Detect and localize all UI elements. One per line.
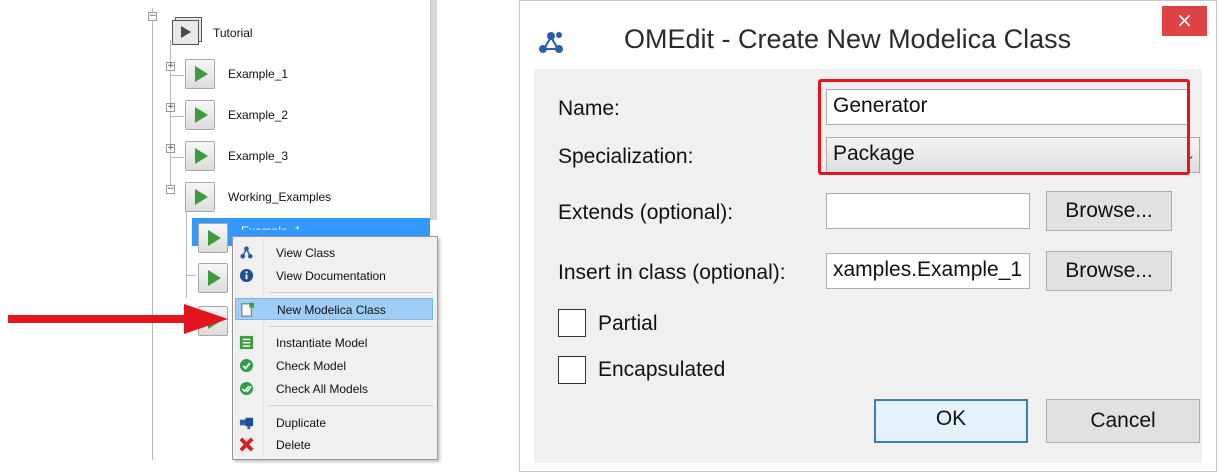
menu-item-check-model[interactable]: Check Model bbox=[235, 355, 433, 377]
menu-separator bbox=[269, 326, 433, 327]
duplicate-icon bbox=[239, 417, 254, 430]
menu-item-label: View Documentation bbox=[276, 269, 386, 283]
encapsulated-label: Encapsulated bbox=[598, 358, 726, 381]
menu-item-check-all-models[interactable]: Check All Models bbox=[235, 378, 433, 400]
dialog-titlebar[interactable]: OMEdit - Create New Modelica Class × bbox=[520, 1, 1216, 69]
info-icon bbox=[239, 268, 254, 283]
tree-line bbox=[152, 8, 153, 460]
delete-icon bbox=[239, 437, 254, 452]
tree-line bbox=[186, 275, 196, 276]
annotation-arrow-icon bbox=[8, 304, 228, 334]
ok-button[interactable]: OK bbox=[874, 399, 1028, 443]
omedit-app-icon bbox=[539, 32, 563, 53]
menu-item-label: Check All Models bbox=[276, 382, 369, 396]
tree-line bbox=[170, 116, 184, 117]
insert-in-class-input[interactable]: xamples.Example_1 bbox=[826, 253, 1030, 289]
instantiate-icon bbox=[239, 335, 254, 350]
extends-label: Extends (optional): bbox=[558, 201, 734, 224]
menu-item-label: View Class bbox=[276, 246, 336, 260]
tree-line bbox=[186, 208, 187, 298]
tree-line bbox=[170, 157, 184, 158]
check-icon bbox=[239, 358, 254, 373]
extends-input[interactable] bbox=[826, 193, 1030, 229]
menu-item-label: Duplicate bbox=[276, 416, 327, 430]
menu-separator bbox=[269, 405, 433, 406]
tree-item-tutorial[interactable]: Tutorial bbox=[213, 26, 253, 40]
menu-item-instantiate-model[interactable]: Instantiate Model bbox=[235, 332, 433, 354]
name-label: Name: bbox=[558, 97, 620, 120]
create-class-dialog: OMEdit - Create New Modelica Class × Nam… bbox=[519, 0, 1217, 472]
expand-toggle-icon[interactable]: + bbox=[166, 103, 175, 112]
tree-scrollbar[interactable] bbox=[430, 0, 437, 220]
menu-item-delete[interactable]: Delete bbox=[235, 434, 433, 456]
menu-item-label: Check Model bbox=[276, 359, 347, 373]
menu-separator bbox=[269, 292, 433, 293]
tree-item-working-examples[interactable]: Working_Examples bbox=[228, 190, 331, 204]
dialog-title: OMEdit - Create New Modelica Class bbox=[624, 24, 1072, 54]
model-play-icon[interactable] bbox=[198, 263, 228, 293]
model-play-icon bbox=[198, 223, 228, 253]
close-button[interactable]: × bbox=[1162, 6, 1207, 36]
new-class-icon bbox=[241, 302, 255, 317]
menu-item-view-class[interactable]: View Class bbox=[235, 242, 433, 264]
specialization-select[interactable]: Package ⌄ bbox=[826, 137, 1200, 173]
menu-item-label: Instantiate Model bbox=[276, 336, 368, 350]
model-play-icon bbox=[185, 182, 215, 212]
tree-item-example-3[interactable]: Example_3 bbox=[228, 149, 288, 163]
tree-line bbox=[170, 75, 184, 76]
collapse-toggle-icon[interactable]: − bbox=[166, 185, 175, 194]
tree-item-example-2[interactable]: Example_2 bbox=[228, 108, 288, 122]
expand-toggle-icon[interactable]: + bbox=[166, 144, 175, 153]
menu-item-view-documentation[interactable]: View Documentation bbox=[235, 265, 433, 287]
model-play-icon bbox=[185, 100, 215, 130]
check-all-icon bbox=[239, 381, 254, 396]
insert-in-class-label: Insert in class (optional): bbox=[558, 261, 786, 284]
menu-item-label: New Modelica Class bbox=[277, 303, 386, 317]
collapse-toggle-icon[interactable]: − bbox=[148, 12, 157, 21]
dialog-body: Name: Generator Specialization: Package … bbox=[534, 69, 1202, 463]
specialization-value: Package bbox=[833, 142, 915, 165]
insert-browse-button[interactable]: Browse... bbox=[1046, 251, 1172, 291]
tree-item-example-1[interactable]: Example_1 bbox=[228, 67, 288, 81]
library-tree-panel: − Tutorial + Example_1 + Example_2 + Exa… bbox=[0, 0, 450, 474]
menu-item-duplicate[interactable]: Duplicate bbox=[235, 412, 433, 434]
specialization-label: Specialization: bbox=[558, 145, 694, 168]
name-input[interactable]: Generator bbox=[826, 89, 1190, 125]
model-play-icon bbox=[185, 141, 215, 171]
expand-toggle-icon[interactable]: + bbox=[166, 62, 175, 71]
cancel-button[interactable]: Cancel bbox=[1046, 399, 1200, 443]
partial-checkbox[interactable] bbox=[558, 309, 586, 337]
model-play-icon bbox=[185, 59, 215, 89]
view-class-icon bbox=[240, 246, 253, 259]
menu-item-label: Delete bbox=[276, 438, 311, 452]
chevron-down-icon: ⌄ bbox=[1184, 148, 1195, 162]
partial-label: Partial bbox=[598, 312, 658, 335]
menu-item-new-modelica-class[interactable]: New Modelica Class bbox=[235, 298, 433, 320]
extends-browse-button[interactable]: Browse... bbox=[1046, 191, 1172, 231]
encapsulated-checkbox[interactable] bbox=[558, 356, 586, 384]
package-icon bbox=[172, 20, 199, 45]
context-menu: View Class View Documentation New Modeli… bbox=[232, 236, 438, 460]
